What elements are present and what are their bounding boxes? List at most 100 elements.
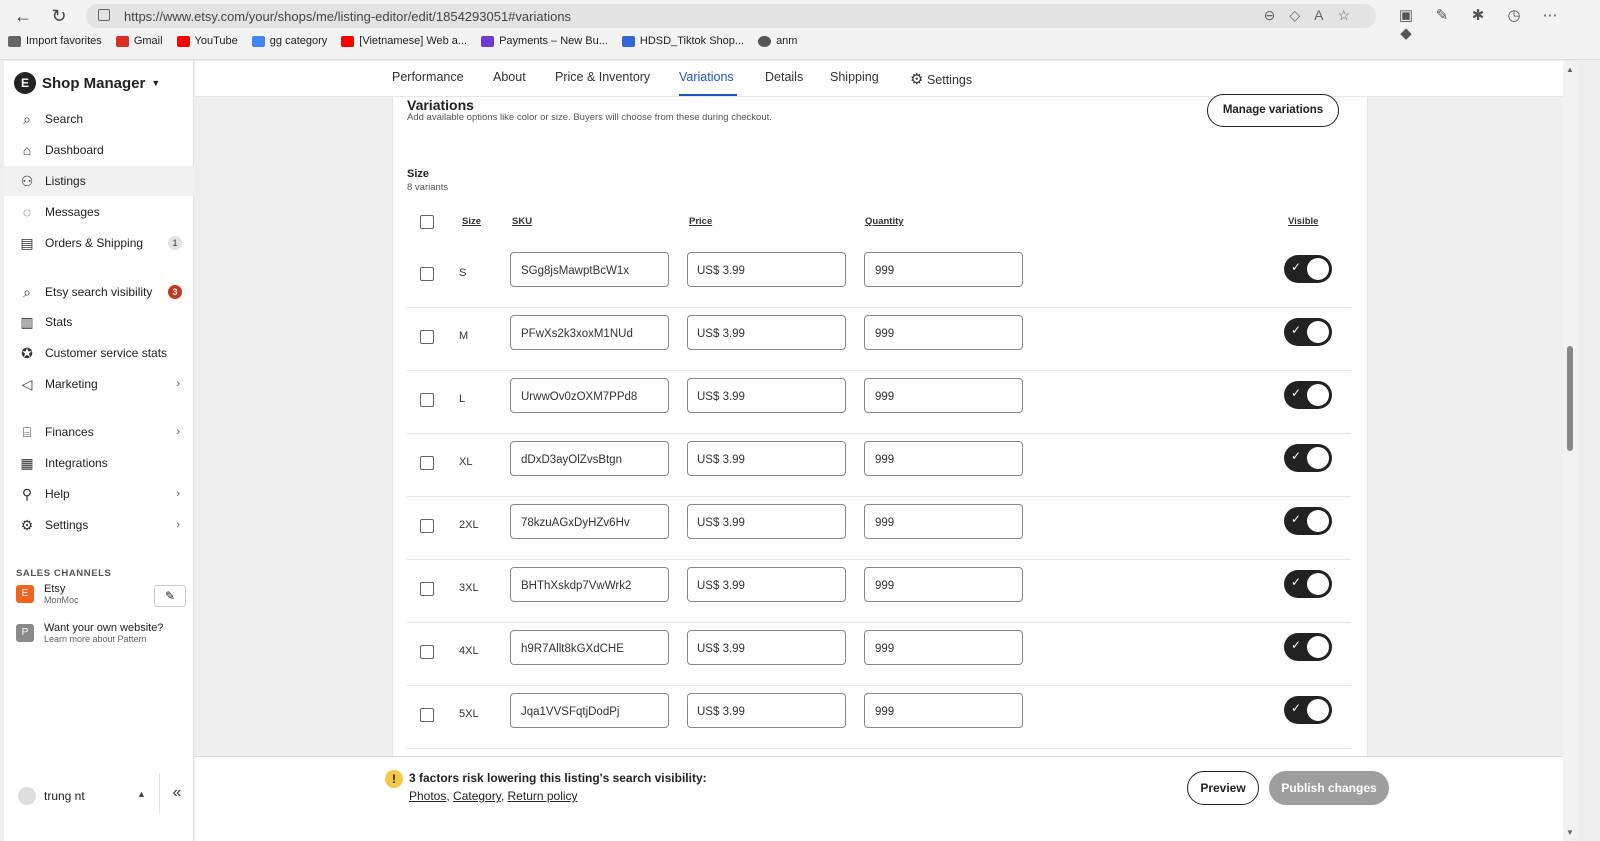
column-header-sku[interactable]: SKU	[512, 216, 532, 227]
row-checkbox[interactable]	[420, 708, 434, 722]
bookmark-item[interactable]: Gmail	[115, 35, 163, 47]
visible-toggle[interactable]: ✓	[1284, 255, 1332, 283]
price-input[interactable]: US$ 3.99	[687, 378, 846, 413]
visible-toggle[interactable]: ✓	[1284, 570, 1332, 598]
sku-input[interactable]: h9R7Allt8kGXdCHE	[510, 630, 669, 665]
menu-icon[interactable]: ⋯	[1532, 6, 1568, 24]
quantity-input[interactable]: 999	[864, 315, 1023, 350]
price-input[interactable]: US$ 3.99	[687, 693, 846, 728]
quantity-input[interactable]: 999	[864, 252, 1023, 287]
link-photos[interactable]: Photos	[409, 789, 446, 803]
collapse-sidebar-icon[interactable]: «	[159, 773, 194, 813]
history-icon[interactable]: ◷	[1496, 6, 1532, 24]
bookmark-item[interactable]: YouTube	[176, 35, 238, 47]
row-checkbox[interactable]	[420, 267, 434, 281]
scroll-up-icon[interactable]: ▲	[1566, 65, 1574, 74]
visible-toggle[interactable]: ✓	[1284, 696, 1332, 724]
user-menu[interactable]: trung nt	[18, 787, 85, 805]
sidebar-item-orders-shipping[interactable]: ▤ Orders & Shipping 1	[4, 228, 194, 258]
price-input[interactable]: US$ 3.99	[687, 315, 846, 350]
link-category[interactable]: Category	[453, 789, 501, 803]
column-header-visible[interactable]: Visible	[1288, 216, 1318, 227]
sidebar-item-search-visibility[interactable]: ⌕ Etsy search visibility 3	[4, 277, 194, 307]
address-bar[interactable]: https://www.etsy.com/your/shops/me/listi…	[86, 4, 1376, 28]
bookmark-item[interactable]: [Vietnamese] Web a...	[341, 35, 467, 47]
tab-settings[interactable]: ⚙ Settings	[910, 70, 972, 88]
sidebar-item-stats[interactable]: ▥ Stats	[4, 307, 194, 337]
puzzle-icon[interactable]: ✱	[1460, 6, 1496, 24]
edit-channel-button[interactable]: ✎	[154, 585, 186, 607]
column-header-price[interactable]: Price	[689, 216, 712, 227]
tab-price-inventory[interactable]: Price & Inventory	[555, 70, 650, 84]
tab-about[interactable]: About	[493, 70, 526, 84]
sku-input[interactable]: dDxD3ayOlZvsBtgn	[510, 441, 669, 476]
sku-input[interactable]: 78kzuAGxDyHZv6Hv	[510, 504, 669, 539]
address-bar-icons[interactable]: ⊖◇A☆	[1264, 7, 1364, 24]
price-input[interactable]: US$ 3.99	[687, 504, 846, 539]
price-input[interactable]: US$ 3.99	[687, 441, 846, 476]
sku-input[interactable]: UrwwOv0zOXM7PPd8	[510, 378, 669, 413]
quantity-input[interactable]: 999	[864, 567, 1023, 602]
bookmark-item[interactable]: Payments – New Bu...	[481, 35, 608, 47]
sidebar-item-search[interactable]: ⌕ Search	[4, 104, 194, 134]
visible-toggle[interactable]: ✓	[1284, 507, 1332, 535]
sku-input[interactable]: BHThXskdp7VwWrk2	[510, 567, 669, 602]
visible-toggle[interactable]: ✓	[1284, 318, 1332, 346]
shop-manager-menu[interactable]: E Shop Manager ▼	[14, 72, 160, 94]
sidebar-item-finances[interactable]: ⌸ Finances ›	[4, 417, 194, 447]
caret-up-icon[interactable]: ▲	[137, 789, 146, 799]
quantity-input[interactable]: 999	[864, 504, 1023, 539]
row-checkbox[interactable]	[420, 456, 434, 470]
brush-icon[interactable]: ✎	[1424, 6, 1460, 24]
preview-button[interactable]: Preview	[1187, 771, 1259, 805]
price-input[interactable]: US$ 3.99	[687, 567, 846, 602]
row-checkbox[interactable]	[420, 582, 434, 596]
bookmark-item[interactable]: gg category	[251, 35, 327, 47]
price-input[interactable]: US$ 3.99	[687, 630, 846, 665]
visible-toggle[interactable]: ✓	[1284, 381, 1332, 409]
copilot-icon[interactable]: ◆	[1388, 24, 1424, 42]
sku-input[interactable]: PFwXs2k3xoxM1NUd	[510, 315, 669, 350]
scroll-down-icon[interactable]: ▼	[1566, 828, 1574, 837]
quantity-input[interactable]: 999	[864, 378, 1023, 413]
column-header-quantity[interactable]: Quantity	[865, 216, 904, 227]
quantity-input[interactable]: 999	[864, 441, 1023, 476]
sidebar-item-listings[interactable]: ⚇ Listings	[4, 166, 194, 196]
sku-input[interactable]: Jqa1VVSFqtjDodPj	[510, 693, 669, 728]
tab-variations[interactable]: Variations	[679, 70, 734, 84]
quantity-input[interactable]: 999	[864, 630, 1023, 665]
extension-icon[interactable]: ▣	[1388, 6, 1424, 24]
sidebar-item-integrations[interactable]: ▦ Integrations	[4, 448, 194, 478]
publish-changes-button[interactable]: Publish changes	[1269, 771, 1389, 805]
sidebar-item-marketing[interactable]: ◁ Marketing ›	[4, 369, 194, 399]
scrollbar-thumb[interactable]	[1567, 346, 1573, 451]
row-checkbox[interactable]	[420, 645, 434, 659]
sidebar-item-dashboard[interactable]: ⌂ Dashboard	[4, 135, 194, 165]
channel-etsy[interactable]: E Etsy MonMoc	[16, 583, 79, 605]
row-checkbox[interactable]	[420, 393, 434, 407]
column-header-size[interactable]: Size	[462, 216, 481, 227]
visible-toggle[interactable]: ✓	[1284, 444, 1332, 472]
manage-variations-button[interactable]: Manage variations	[1207, 94, 1339, 127]
row-checkbox[interactable]	[420, 330, 434, 344]
bookmark-item[interactable]: anm	[758, 35, 797, 47]
sku-input[interactable]: SGg8jsMawptBcW1x	[510, 252, 669, 287]
sidebar-item-help[interactable]: ⚲ Help ›	[4, 479, 194, 509]
back-arrow-icon[interactable]: ←	[12, 6, 34, 26]
quantity-input[interactable]: 999	[864, 693, 1023, 728]
bookmark-item[interactable]: HDSD_Tiktok Shop...	[621, 35, 744, 47]
bookmark-item[interactable]: Import favorites	[8, 35, 102, 47]
sidebar-item-messages[interactable]: ◌ Messages	[4, 197, 194, 227]
visible-toggle[interactable]: ✓	[1284, 633, 1332, 661]
sidebar-item-customer-service-stats[interactable]: ✪ Customer service stats	[4, 338, 194, 368]
sidebar-item-settings[interactable]: ⚙ Settings ›	[4, 510, 194, 540]
row-checkbox[interactable]	[420, 519, 434, 533]
channel-pattern[interactable]: P Want your own website? Learn more abou…	[16, 622, 163, 644]
tab-performance[interactable]: Performance	[392, 70, 464, 84]
link-return-policy[interactable]: Return policy	[508, 789, 578, 803]
refresh-icon[interactable]: ↻	[48, 6, 70, 26]
tab-shipping[interactable]: Shipping	[830, 70, 879, 84]
tab-details[interactable]: Details	[765, 70, 803, 84]
select-all-checkbox[interactable]	[420, 215, 434, 229]
page-scrollbar[interactable]: ▲ ▼	[1563, 61, 1577, 841]
